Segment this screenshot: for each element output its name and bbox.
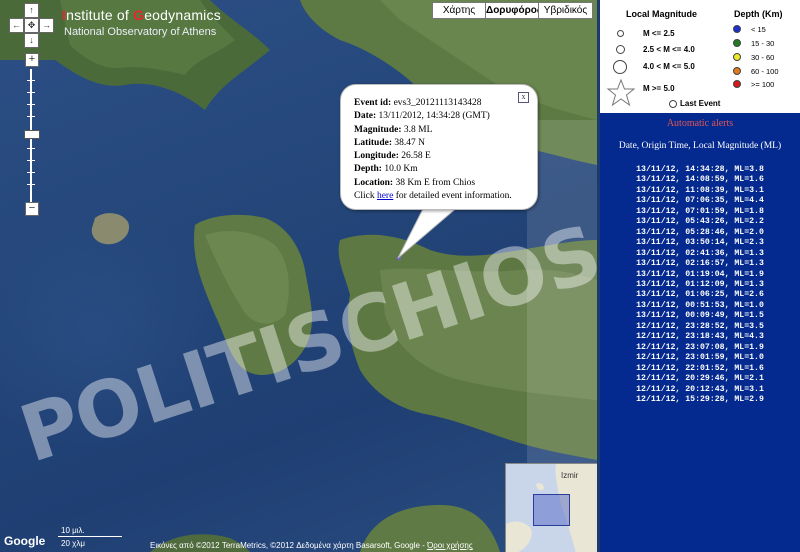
map-viewport[interactable]: Institute of Geodynamics National Observ… <box>0 0 597 552</box>
alert-item[interactable]: 13/11/12, 02:41:36, ML=1.3 <box>600 249 800 259</box>
alert-item[interactable]: 13/11/12, 05:43:26, ML=2.2 <box>600 217 800 227</box>
event-magnitude-label: Magnitude: <box>354 124 402 135</box>
alert-item[interactable]: 12/11/12, 23:28:52, ML=3.5 <box>600 322 800 332</box>
event-info-popup: x Event id: evs3_20121113143428 Date: 13… <box>340 84 538 210</box>
alert-item[interactable]: 13/11/12, 02:16:57, ML=1.3 <box>600 259 800 269</box>
depth-class-5: >= 100 <box>751 80 775 89</box>
magnitude-class-3: 4.0 < M <= 5.0 <box>643 62 695 71</box>
depth-symbol-5 <box>733 80 741 88</box>
depth-class-4: 60 - 100 <box>751 67 779 76</box>
event-id-label: Event id: <box>354 98 392 108</box>
alert-item[interactable]: 12/11/12, 23:07:08, ML=1.9 <box>600 343 800 353</box>
magnitude-symbol-star-icon <box>606 78 636 107</box>
alert-item[interactable]: 13/11/12, 07:01:59, ML=1.8 <box>600 207 800 217</box>
alert-item[interactable]: 13/11/12, 14:08:59, ML=1.6 <box>600 175 800 185</box>
magnitude-symbol-large <box>613 60 627 74</box>
click-text: Click <box>354 191 377 202</box>
alert-item[interactable]: 12/11/12, 22:01:52, ML=1.6 <box>600 364 800 374</box>
depth-class-1: < 15 <box>751 25 766 34</box>
attribution-text: Εικόνες από ©2012 TerraMetrics, ©2012 Δε… <box>150 541 428 550</box>
event-magnitude-value: 3.8 ML <box>403 124 433 135</box>
depth-class-2: 15 - 30 <box>751 39 775 48</box>
last-event-symbol <box>669 100 677 108</box>
event-id-value: evs3_20121113143428 <box>393 98 482 108</box>
alerts-title: Automatic alerts <box>666 118 734 129</box>
overview-label-izmir: Izmir <box>561 471 579 480</box>
magnitude-class-2: 2.5 < M <= 4.0 <box>643 45 695 54</box>
magnitude-class-4: M >= 5.0 <box>643 84 675 93</box>
event-date-label: Date: <box>354 111 377 122</box>
popup-close-button[interactable]: x <box>518 92 529 103</box>
scale-bar-line <box>58 536 122 537</box>
overview-map-inset[interactable]: Izmir <box>505 463 597 552</box>
alert-item[interactable]: 13/11/12, 00:51:53, ML=1.0 <box>600 301 800 311</box>
alerts-subtitle: Date, Origin Time, Local Magnitude (ML) <box>618 141 782 151</box>
event-location-label: Location: <box>354 177 394 188</box>
alert-item[interactable]: 13/11/12, 03:50:14, ML=2.3 <box>600 238 800 248</box>
legend-magnitude-title: Local Magnitude <box>626 9 698 19</box>
alert-item[interactable]: 12/11/12, 23:01:59, ML=1.0 <box>600 353 800 363</box>
magnitude-class-1: M <= 2.5 <box>643 29 675 38</box>
alert-item[interactable]: 13/11/12, 05:28:46, ML=2.0 <box>600 228 800 238</box>
event-details-link[interactable]: here <box>377 191 393 201</box>
event-id-row: Event id: evs3_20121113143428 <box>354 97 512 110</box>
legend-panel: Local Magnitude Depth (Km) M <= 2.5 2.5 … <box>600 0 800 113</box>
map-attribution: Εικόνες από ©2012 TerraMetrics, ©2012 Δε… <box>150 541 473 550</box>
event-depth-value: 10.0 Km <box>384 164 418 175</box>
alerts-list: 13/11/12, 14:34:28, ML=3.8 13/11/12, 14:0… <box>600 165 800 405</box>
alert-item[interactable]: 12/11/12, 15:29:28, ML=2.9 <box>600 395 800 405</box>
depth-symbol-3 <box>733 53 741 61</box>
google-logo[interactable]: Google <box>4 534 45 548</box>
event-longitude-value: 26.58 E <box>401 151 431 162</box>
overview-viewport-box[interactable] <box>533 494 570 526</box>
alert-item[interactable]: 13/11/12, 11:08:39, ML=3.1 <box>600 186 800 196</box>
event-date-value: 13/11/2012, 14:34:28 (GMT) <box>378 111 490 122</box>
automatic-alerts-panel: Automatic alerts Date, Origin Time, Loca… <box>600 113 800 552</box>
alert-item[interactable]: 12/11/12, 20:12:43, ML=3.1 <box>600 385 800 395</box>
click-text-after: for detailed event information. <box>393 191 512 202</box>
event-latitude-value: 38.47 N <box>394 137 425 148</box>
depth-symbol-2 <box>733 39 741 47</box>
depth-class-3: 30 - 60 <box>751 53 775 62</box>
alert-item[interactable]: 12/11/12, 23:18:43, ML=4.3 <box>600 332 800 342</box>
event-longitude-label: Longitude: <box>354 151 399 162</box>
magnitude-symbol-small <box>617 30 624 37</box>
depth-symbol-1 <box>733 25 741 33</box>
terms-link[interactable]: Όροι χρήσης <box>427 541 473 550</box>
event-location-value: 38 Km E from Chios <box>395 177 476 188</box>
scale-miles-label: 10 μιλ. <box>61 526 85 535</box>
scale-km-label: 20 χλμ <box>61 539 85 548</box>
alert-item[interactable]: 13/11/12, 01:12:09, ML=1.3 <box>600 280 800 290</box>
depth-symbol-4 <box>733 67 741 75</box>
alert-item[interactable]: 13/11/12, 00:09:49, ML=1.5 <box>600 311 800 321</box>
event-location-row: Location: 38 Km E from Chios <box>354 177 512 190</box>
alert-item[interactable]: 13/11/12, 07:06:35, ML=4.4 <box>600 196 800 206</box>
event-date-row: Date: 13/11/2012, 14:34:28 (GMT) <box>354 110 512 123</box>
alert-item[interactable]: 13/11/12, 01:19:04, ML=1.9 <box>600 270 800 280</box>
alert-item[interactable]: 12/11/12, 20:29:46, ML=2.1 <box>600 374 800 384</box>
alert-item[interactable]: 13/11/12, 01:06:25, ML=2.6 <box>600 290 800 300</box>
event-latitude-row: Latitude: 38.47 N <box>354 137 512 150</box>
magnitude-symbol-medium <box>616 45 625 54</box>
legend-depth-title: Depth (Km) <box>734 9 783 19</box>
alert-item[interactable]: 13/11/12, 14:34:28, ML=3.8 <box>600 165 800 175</box>
event-longitude-row: Longitude: 26.58 E <box>354 150 512 163</box>
event-magnitude-row: Magnitude: 3.8 ML <box>354 124 512 137</box>
event-depth-row: Depth: 10.0 Km <box>354 163 512 176</box>
event-details-row: Click here for detailed event informatio… <box>354 190 512 203</box>
event-depth-label: Depth: <box>354 164 382 175</box>
last-event-label: Last Event <box>680 99 721 108</box>
event-latitude-label: Latitude: <box>354 137 392 148</box>
